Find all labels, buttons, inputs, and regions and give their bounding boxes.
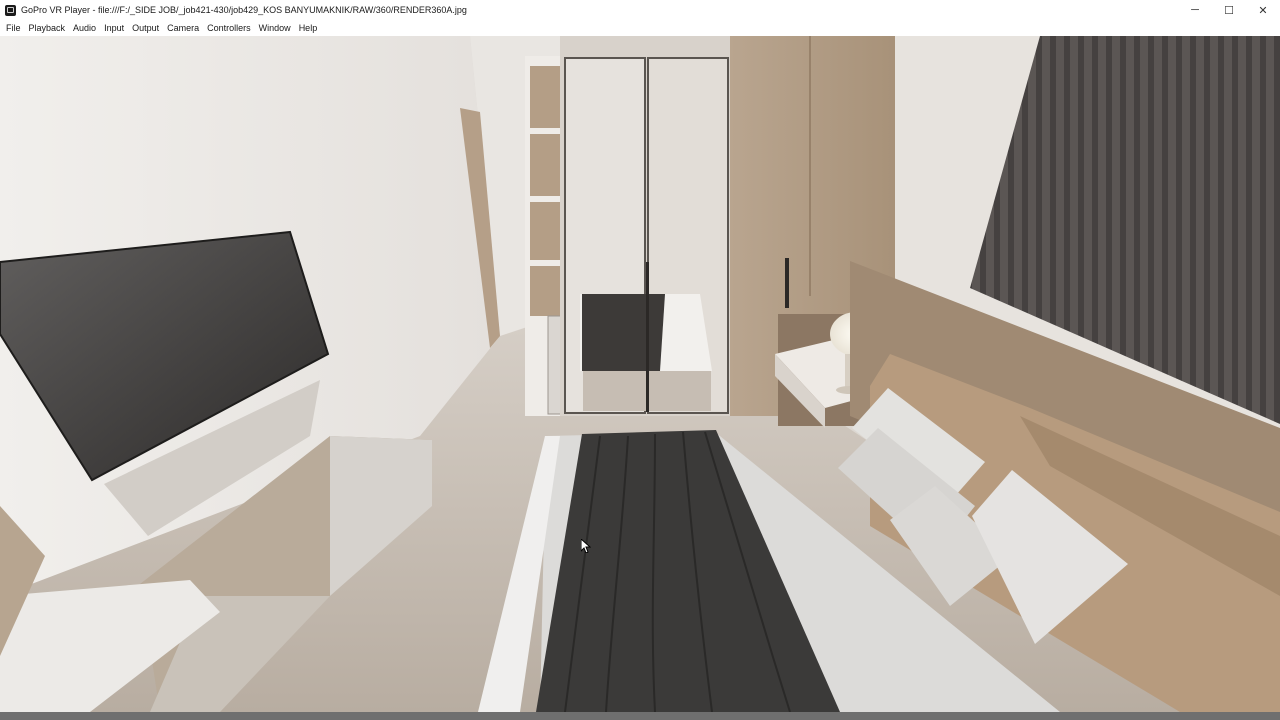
vr-viewport[interactable] — [0, 36, 1280, 712]
menu-audio[interactable]: Audio — [72, 23, 97, 33]
menu-bar: File Playback Audio Input Output Camera … — [0, 20, 1280, 36]
title-bar: GoPro VR Player - file:///F:/_SIDE JOB/_… — [0, 0, 1280, 20]
maximize-button[interactable]: ☐ — [1212, 0, 1246, 20]
status-bar — [0, 712, 1280, 720]
menu-playback[interactable]: Playback — [28, 23, 67, 33]
menu-input[interactable]: Input — [103, 23, 125, 33]
menu-camera[interactable]: Camera — [166, 23, 200, 33]
close-button[interactable]: ✕ — [1246, 0, 1280, 20]
menu-file[interactable]: File — [5, 23, 22, 33]
minimize-button[interactable]: ─ — [1178, 0, 1212, 20]
menu-window[interactable]: Window — [258, 23, 292, 33]
window-controls: ─ ☐ ✕ — [1178, 0, 1280, 20]
menu-controllers[interactable]: Controllers — [206, 23, 252, 33]
bedroom-render — [0, 36, 1280, 712]
window-title: GoPro VR Player - file:///F:/_SIDE JOB/_… — [21, 5, 467, 15]
menu-output[interactable]: Output — [131, 23, 160, 33]
menu-help[interactable]: Help — [298, 23, 319, 33]
app-icon — [5, 4, 16, 16]
arrow-cursor-icon — [581, 539, 591, 553]
